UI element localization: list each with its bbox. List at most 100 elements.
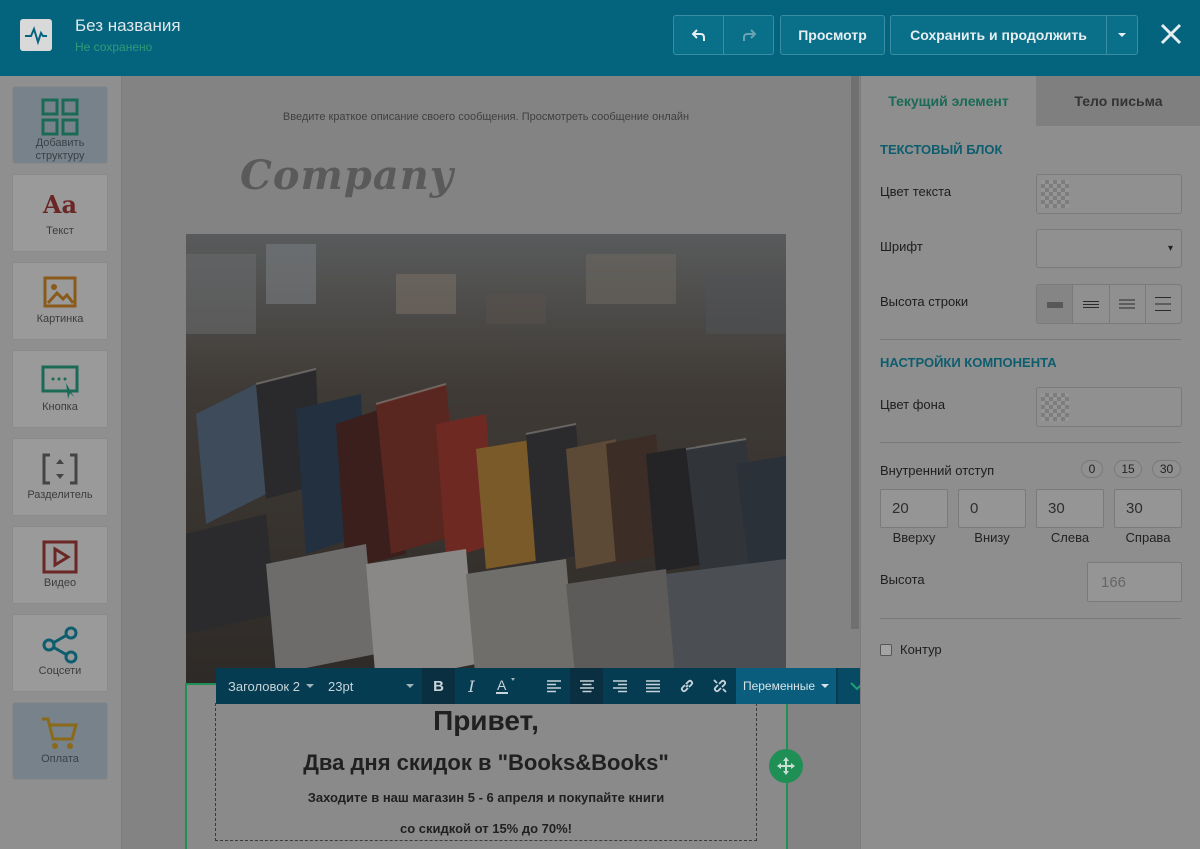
padding-right-input[interactable]: 30	[1114, 489, 1182, 528]
line-height-extra-button[interactable]	[1146, 285, 1181, 323]
save-options-dropdown[interactable]	[1106, 15, 1138, 55]
bg-color-picker[interactable]	[1036, 387, 1182, 427]
tool-image[interactable]: Картинка	[12, 262, 108, 340]
line-height-loose-button[interactable]	[1110, 285, 1146, 323]
line-height-tight-button[interactable]	[1037, 285, 1074, 323]
align-center-icon	[579, 680, 594, 693]
padding-preset-0[interactable]: 0	[1081, 460, 1103, 478]
chevron-down-icon	[406, 684, 414, 688]
align-left-icon	[546, 680, 561, 693]
tool-label: Добавить структуру	[35, 137, 85, 162]
bold-button[interactable]: B	[422, 668, 455, 704]
chevron-down-icon	[305, 684, 314, 688]
hero-image[interactable]	[186, 234, 786, 684]
padding-top-label: Вверху	[892, 530, 936, 545]
promo-text-line-1[interactable]: Заходите в наш магазин 5 - 6 апреля и по…	[215, 790, 757, 805]
padding-top-input[interactable]: 20	[880, 489, 948, 528]
move-icon	[777, 757, 795, 775]
tool-social[interactable]: Соцсети	[12, 614, 108, 692]
redo-button[interactable]	[723, 15, 774, 55]
line-height-extra-icon	[1155, 297, 1172, 311]
divider-icon	[42, 453, 78, 485]
padding-preset-15[interactable]: 15	[1114, 460, 1142, 478]
line-height-normal-button[interactable]	[1073, 285, 1110, 323]
undo-button[interactable]	[673, 15, 724, 55]
promo-text-line-2[interactable]: со скидкой от 15% до 70%!	[215, 821, 757, 836]
promo-subheading[interactable]: Два дня скидок в "Books&Books"	[215, 750, 757, 776]
align-left-button[interactable]	[537, 668, 570, 704]
unlink-icon	[712, 679, 727, 693]
company-logo[interactable]: Company	[240, 152, 454, 199]
text-color-picker[interactable]	[1036, 174, 1182, 214]
bold-icon: B	[433, 677, 444, 695]
tool-divider[interactable]: Разделитель	[12, 438, 108, 516]
text-color-button[interactable]: A	[488, 668, 521, 704]
tool-payment[interactable]: Оплата	[12, 702, 108, 780]
font-size-value: 23pt	[328, 678, 354, 694]
tool-text[interactable]: Aa Текст	[12, 174, 108, 252]
close-button[interactable]	[1155, 18, 1187, 50]
tool-label: Текст	[46, 225, 74, 237]
canvas-scrollbar[interactable]	[851, 76, 859, 629]
image-icon	[43, 276, 77, 308]
component-settings-section-title: НАСТРОЙКИ КОМПОНЕНТА	[880, 355, 1057, 370]
line-height-loose-icon	[1119, 299, 1136, 309]
video-icon	[42, 540, 78, 574]
line-height-group	[1036, 284, 1182, 324]
line-height-label: Высота строки	[880, 294, 969, 309]
text-block-section-title: ТЕКСТОВЫЙ БЛОК	[880, 142, 1003, 157]
transparent-swatch-icon	[1041, 393, 1069, 421]
grid-icon	[41, 98, 79, 136]
tool-button[interactable]: Кнопка	[12, 350, 108, 428]
tool-video[interactable]: Видео	[12, 526, 108, 604]
tab-current-element[interactable]: Текущий элемент	[861, 76, 1036, 126]
tool-label: Картинка	[36, 313, 84, 325]
move-handle[interactable]	[769, 749, 803, 783]
align-right-button[interactable]	[603, 668, 636, 704]
padding-preset-30[interactable]: 30	[1152, 460, 1181, 478]
tool-add-structure[interactable]: Добавить структуру	[12, 86, 108, 164]
font-label: Шрифт	[880, 239, 923, 254]
tool-label: Разделитель	[27, 489, 93, 501]
top-bar: Без названия Не сохранено Просмотр Сохра…	[0, 0, 1200, 76]
padding-bottom-input[interactable]: 0	[958, 489, 1026, 528]
variables-label: Переменные	[742, 679, 816, 693]
app-logo-icon	[20, 19, 52, 51]
tab-email-body[interactable]: Тело письма	[1036, 76, 1200, 126]
greeting-heading[interactable]: Привет,	[215, 705, 757, 737]
block-type-select[interactable]: Заголовок 2	[228, 668, 314, 704]
align-justify-icon	[645, 680, 660, 693]
share-icon	[42, 626, 78, 664]
insert-link-button[interactable]	[670, 668, 703, 704]
text-format-toolbar: Заголовок 2 23pt B I A Переменные	[216, 668, 876, 704]
preview-button[interactable]: Просмотр	[780, 15, 885, 55]
document-title[interactable]: Без названия	[75, 16, 181, 36]
caret-down-icon: ▾	[1167, 243, 1173, 254]
bg-color-label: Цвет фона	[880, 397, 946, 412]
outline-label: Контур	[900, 642, 942, 657]
preheader-text[interactable]: Введите краткое описание своего сообщени…	[186, 111, 786, 123]
tool-label: Соцсети	[38, 665, 82, 677]
button-icon	[41, 365, 79, 399]
properties-panel: Текущий элемент Тело письма ТЕКСТОВЫЙ БЛ…	[860, 76, 1200, 849]
tool-label: Кнопка	[42, 401, 78, 413]
blocks-sidebar: Добавить структуру Aa Текст Картинка Кно…	[0, 76, 122, 849]
padding-bottom-label: Внизу	[974, 530, 1010, 545]
line-height-tight-icon	[1046, 302, 1063, 308]
divider	[880, 618, 1181, 619]
cart-icon	[42, 717, 78, 749]
text-color-label: Цвет текста	[880, 184, 952, 199]
undo-icon	[691, 29, 705, 41]
padding-left-input[interactable]: 30	[1036, 489, 1104, 528]
font-select[interactable]: ▾	[1036, 229, 1182, 268]
font-size-select[interactable]: 23pt	[328, 668, 414, 704]
height-input[interactable]: 166	[1087, 562, 1182, 602]
align-justify-button[interactable]	[636, 668, 669, 704]
italic-button[interactable]: I	[455, 668, 488, 704]
remove-link-button[interactable]	[703, 668, 736, 704]
padding-right-label: Справа	[1125, 530, 1171, 545]
save-and-continue-button[interactable]: Сохранить и продолжить	[890, 15, 1107, 55]
outline-checkbox[interactable]	[880, 644, 892, 656]
align-center-button[interactable]	[570, 668, 603, 704]
variables-dropdown[interactable]: Переменные	[736, 668, 836, 704]
